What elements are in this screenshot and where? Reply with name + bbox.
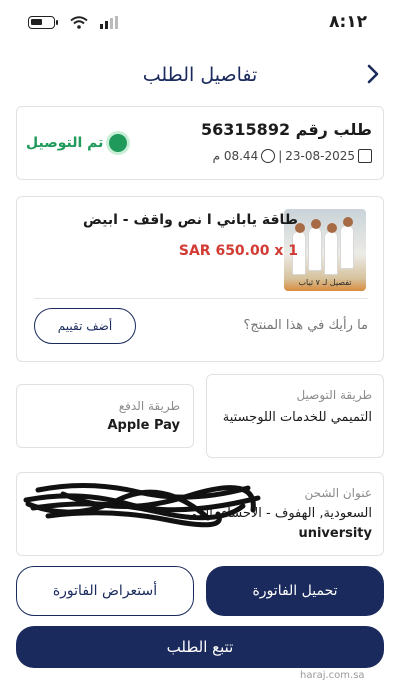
signal-icon xyxy=(100,16,118,29)
order-time: 08.44 م xyxy=(212,149,259,163)
battery-tip xyxy=(56,20,58,25)
battery-icon xyxy=(28,16,55,29)
shipping-address-line2: university xyxy=(298,526,372,541)
order-number: طلب رقم 56315892 xyxy=(201,120,372,139)
status-time: ٨:١٢ xyxy=(329,12,367,32)
status-badge: تم التوصيل xyxy=(26,135,104,151)
divider xyxy=(34,298,368,299)
page-title: تفاصيل الطلب xyxy=(142,64,258,86)
download-invoice-button[interactable]: تحميل الفاتورة xyxy=(206,566,384,616)
payment-method-value: Apple Pay xyxy=(107,418,181,433)
delivery-method-label: طريقة التوصيل xyxy=(296,388,372,402)
payment-method-label: طريقة الدفع xyxy=(118,399,180,413)
track-order-button[interactable]: تتبع الطلب xyxy=(16,626,384,668)
meta-separator: | xyxy=(278,149,283,163)
payment-method-card xyxy=(16,384,194,448)
product-image-figure xyxy=(324,223,338,275)
add-review-button[interactable]: أضف تقييم xyxy=(34,308,136,344)
calendar-icon xyxy=(358,149,372,163)
product-image-figure xyxy=(308,219,322,271)
order-meta: 23-08-2025 | 08.44 م xyxy=(213,149,372,163)
watermark: haraj.com.sa xyxy=(300,670,365,681)
redaction-scribble xyxy=(23,482,261,528)
status-icons xyxy=(28,16,118,29)
product-price: SAR 650.00 x 1 xyxy=(178,243,298,259)
delivery-method-value: التميمي للخدمات اللوجستية xyxy=(222,410,372,425)
order-date: 23-08-2025 xyxy=(285,149,355,163)
wifi-icon xyxy=(70,16,88,29)
clock-icon xyxy=(261,149,276,163)
review-question: ما رأيك في هذا المنتج؟ xyxy=(243,318,368,333)
product-image-caption: تفصيل لـ ٧ ثياب xyxy=(298,278,352,287)
product-name[interactable]: طاقة ياباني ا نص واقف - ابيض xyxy=(83,212,298,228)
view-invoice-button[interactable]: أستعراض الفاتورة xyxy=(16,566,194,616)
product-image-figure xyxy=(340,217,354,269)
shipping-address-label: عنوان الشحن xyxy=(304,486,372,500)
status-dot-icon xyxy=(109,134,127,152)
